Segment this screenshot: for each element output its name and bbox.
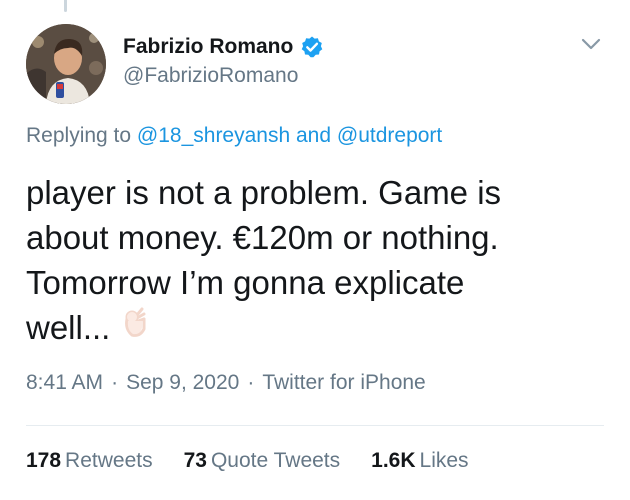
author-handle[interactable]: @FabrizioRomano [123, 64, 298, 88]
meta-separator: · [111, 371, 119, 394]
tweet-meta: 8:41 AM · Sep 9, 2020 · Twitter for iPhone [26, 371, 426, 395]
tweet-source-link[interactable]: Twitter for iPhone [262, 371, 425, 394]
tweet-line-text: well... [26, 309, 111, 346]
replying-to-prefix: Replying to [26, 124, 132, 147]
retweets-stat[interactable]: 178 Retweets [26, 449, 153, 473]
tweet-date[interactable]: Sep 9, 2020 [126, 371, 239, 394]
likes-label: Likes [419, 449, 469, 472]
tweet-line: about money. €120m or nothing. [26, 219, 499, 256]
retweets-count: 178 [26, 449, 62, 472]
tweet-line: player is not a problem. Game is [26, 174, 502, 211]
author-display-name[interactable]: Fabrizio Romano [123, 35, 293, 59]
mention-link-1[interactable]: @18_shreyansh [137, 124, 290, 147]
likes-stat[interactable]: 1.6K Likes [371, 449, 468, 473]
tweet-time[interactable]: 8:41 AM [26, 371, 103, 394]
tweet-body: player is not a problem. Game is about m… [26, 170, 606, 353]
quote-tweets-label: Quote Tweets [210, 449, 341, 472]
verified-badge-icon [300, 35, 324, 59]
engagement-stats: 178 Retweets 73 Quote Tweets 1.6K Likes [26, 449, 500, 473]
replying-to-line: Replying to @18_shreyansh and @utdreport [26, 124, 442, 148]
ok-hand-icon [125, 307, 146, 338]
ok-hand-emoji-icon [118, 305, 152, 351]
quote-tweets-count: 73 [183, 449, 207, 472]
quote-tweets-stat[interactable]: 73 Quote Tweets [184, 449, 341, 473]
author-name-row[interactable]: Fabrizio Romano [123, 33, 324, 61]
avatar[interactable] [26, 24, 106, 104]
retweets-label: Retweets [65, 449, 153, 472]
likes-count: 1.6K [371, 449, 416, 472]
thread-connector-line [64, 0, 67, 12]
mention-link-2[interactable]: @utdreport [337, 124, 442, 147]
tweet-line: Tomorrow I’m gonna explicate [26, 264, 465, 301]
mention-conjunction[interactable]: and [296, 124, 331, 147]
avatar-photo-icon [26, 24, 106, 104]
tweet-line-last: well... [26, 305, 606, 353]
chevron-down-icon[interactable] [579, 34, 603, 54]
meta-separator: · [247, 371, 255, 394]
divider [26, 425, 604, 426]
